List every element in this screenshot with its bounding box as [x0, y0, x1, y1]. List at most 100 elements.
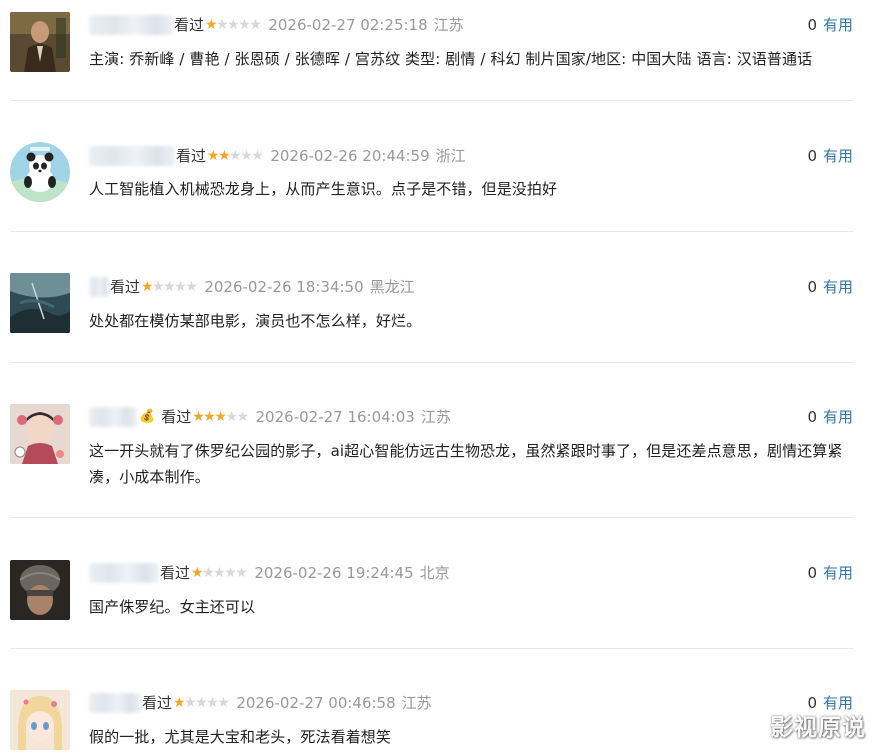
comment-meta: 看过 ★ ★ ★ ★ ★ 2026-02-26 18:34:50 黑龙江	[89, 276, 415, 298]
avatar[interactable]	[10, 12, 70, 72]
comment-location: 北京	[419, 564, 450, 582]
star-filled-icon: ★	[203, 409, 216, 425]
vote-count: 0	[807, 564, 817, 582]
star-empty-icon: ★	[174, 279, 187, 295]
divider	[10, 100, 854, 101]
star-empty-icon: ★	[225, 409, 238, 425]
star-empty-icon: ★	[240, 148, 253, 164]
star-filled-icon: ★	[173, 695, 186, 711]
star-empty-icon: ★	[238, 17, 251, 33]
comment-text: 这一开头就有了侏罗纪公园的影子，ai超心智能仿远古生物恐龙，虽然紧跟时事了，但是…	[89, 442, 843, 486]
star-empty-icon: ★	[202, 565, 215, 581]
comment-list: 看过 ★ ★ ★ ★ ★ 2026-02-27 02:25:18 江苏 0 有用 主演: …	[0, 0, 880, 756]
comment-meta: 看过 ★ ★ ★ ★ ★ 2026-02-26 19:24:45 北京	[89, 562, 450, 584]
divider	[10, 362, 854, 363]
username-blurred[interactable]	[89, 407, 137, 427]
watch-status: 看过	[110, 278, 141, 296]
vote-area: 0 有用	[807, 406, 853, 428]
useful-button[interactable]: 有用	[823, 564, 853, 582]
username-blurred[interactable]	[89, 693, 141, 713]
comment-time: 2026-02-27 00:46:58	[236, 694, 396, 712]
star-filled-icon: ★	[207, 148, 220, 164]
comment-location: 浙江	[435, 147, 466, 165]
vote-count: 0	[807, 408, 817, 426]
comment-meta: 💰 看过 ★ ★ ★ ★ ★ 2026-02-27 16:04:03 江苏	[89, 406, 451, 428]
rating-stars: ★ ★ ★ ★ ★	[192, 406, 249, 428]
vote-area: 0 有用	[807, 145, 853, 167]
star-empty-icon: ★	[236, 409, 249, 425]
avatar[interactable]	[10, 404, 70, 464]
comment-text: 国产侏罗纪。女主还可以	[89, 598, 256, 616]
avatar[interactable]	[10, 142, 70, 202]
useful-button[interactable]: 有用	[823, 408, 853, 426]
avatar[interactable]	[10, 560, 70, 620]
rating-stars: ★ ★ ★ ★ ★	[191, 562, 248, 584]
useful-button[interactable]: 有用	[823, 278, 853, 296]
username-blurred[interactable]	[89, 15, 173, 35]
useful-button[interactable]: 有用	[823, 16, 853, 34]
comment-meta: 看过 ★ ★ ★ ★ ★ 2026-02-27 02:25:18 江苏	[89, 14, 464, 36]
star-empty-icon: ★	[213, 565, 226, 581]
rating-stars: ★ ★ ★ ★ ★	[207, 145, 264, 167]
comment-meta: 看过 ★ ★ ★ ★ ★ 2026-02-27 00:46:58 江苏	[89, 692, 432, 714]
useful-button[interactable]: 有用	[823, 147, 853, 165]
divider	[10, 231, 854, 232]
rating-stars: ★ ★ ★ ★ ★	[173, 692, 230, 714]
star-empty-icon: ★	[184, 695, 197, 711]
watch-status: 看过	[161, 408, 192, 426]
watermark: 影视原说	[770, 715, 866, 741]
divider	[10, 517, 854, 518]
vote-count: 0	[807, 147, 817, 165]
watch-status: 看过	[176, 147, 207, 165]
comment-location: 江苏	[433, 16, 464, 34]
comment-time: 2026-02-26 18:34:50	[204, 278, 364, 296]
username-blurred[interactable]	[89, 563, 159, 583]
comment-time: 2026-02-26 20:44:59	[270, 147, 430, 165]
star-filled-icon: ★	[141, 279, 154, 295]
vote-area: 0 有用	[807, 276, 853, 298]
star-empty-icon: ★	[216, 17, 229, 33]
watch-status: 看过	[174, 16, 205, 34]
vote-count: 0	[807, 278, 817, 296]
comment-time: 2026-02-26 19:24:45	[254, 564, 414, 582]
star-empty-icon: ★	[251, 148, 264, 164]
comment-location: 黑龙江	[369, 278, 415, 296]
star-empty-icon: ★	[227, 17, 240, 33]
star-empty-icon: ★	[163, 279, 176, 295]
comment-time: 2026-02-27 16:04:03	[255, 408, 415, 426]
divider	[10, 648, 854, 649]
vote-area: 0 有用	[807, 562, 853, 584]
star-empty-icon: ★	[224, 565, 237, 581]
comment-location: 江苏	[420, 408, 451, 426]
rating-stars: ★ ★ ★ ★ ★	[205, 14, 262, 36]
star-empty-icon: ★	[206, 695, 219, 711]
star-empty-icon: ★	[152, 279, 165, 295]
comment-location: 江苏	[401, 694, 432, 712]
avatar[interactable]	[10, 273, 70, 333]
rating-stars: ★ ★ ★ ★ ★	[141, 276, 198, 298]
watch-status: 看过	[160, 564, 191, 582]
vote-area: 0 有用	[807, 14, 853, 36]
star-empty-icon: ★	[229, 148, 242, 164]
star-empty-icon: ★	[217, 695, 230, 711]
star-filled-icon: ★	[205, 17, 218, 33]
avatar[interactable]	[10, 690, 70, 750]
comment-meta: 看过 ★ ★ ★ ★ ★ 2026-02-26 20:44:59 浙江	[89, 145, 466, 167]
username-blurred[interactable]	[89, 146, 175, 166]
star-filled-icon: ★	[218, 148, 231, 164]
star-empty-icon: ★	[195, 695, 208, 711]
star-filled-icon: ★	[192, 409, 205, 425]
money-bag-icon: 💰	[139, 409, 156, 424]
username-blurred[interactable]	[89, 277, 109, 297]
comment-text: 假的一批，尤其是大宝和老头，死法看着想笑	[89, 728, 392, 746]
vote-count: 0	[807, 16, 817, 34]
watch-status: 看过	[142, 694, 173, 712]
star-filled-icon: ★	[214, 409, 227, 425]
comment-text: 主演: 乔新峰 / 曹艳 / 张恩硕 / 张德晖 / 宫苏纹 类型: 剧情 / …	[89, 50, 813, 68]
star-empty-icon: ★	[185, 279, 198, 295]
star-filled-icon: ★	[191, 565, 204, 581]
star-empty-icon: ★	[235, 565, 248, 581]
star-empty-icon: ★	[249, 17, 262, 33]
comment-text: 处处都在模仿某部电影，演员也不怎么样，好烂。	[89, 312, 422, 330]
comment-text: 人工智能植入机械恐龙身上，从而产生意识。点子是不错，但是没拍好	[89, 180, 558, 198]
